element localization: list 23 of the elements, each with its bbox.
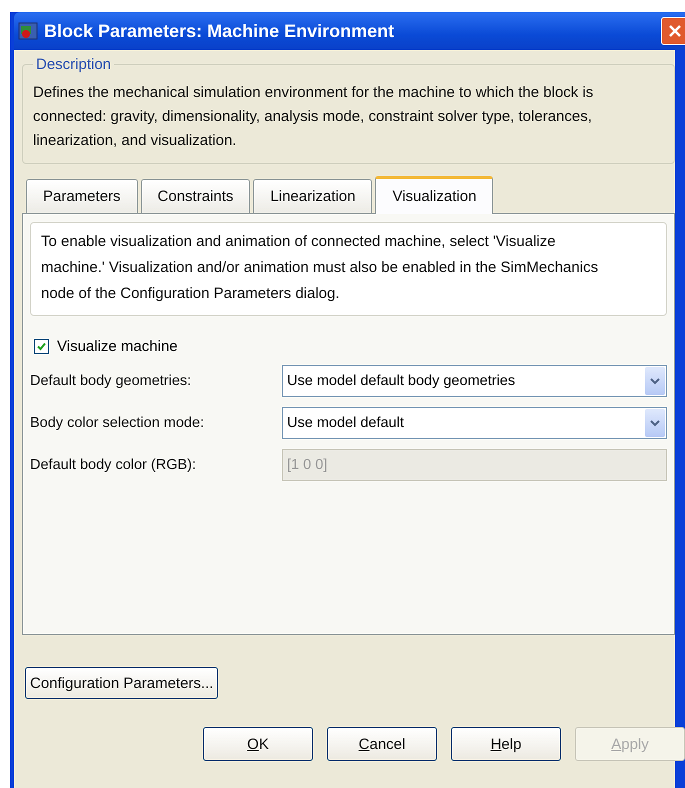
group-legend: Description xyxy=(33,56,114,73)
window-title: Block Parameters: Machine Environment xyxy=(44,20,396,42)
check-icon xyxy=(36,341,47,352)
close-icon xyxy=(667,23,683,39)
checkbox[interactable] xyxy=(34,339,49,354)
dialog-button[interactable]: OK xyxy=(203,727,313,761)
tab[interactable]: Parameters xyxy=(26,179,138,213)
close-button[interactable] xyxy=(661,17,685,45)
dropdown[interactable]: Use model default body geometries xyxy=(282,365,667,397)
field-label: Body color selection mode: xyxy=(30,415,206,431)
configuration-button[interactable]: Configuration Parameters... xyxy=(25,667,218,699)
block-icon xyxy=(18,22,38,40)
description-text: Defines the mechanical simulation environment for the machine to which the block is connected: gravity, dimensionality, analysis mode, constraint solver type, tolerances, linearization, and visualization. xyxy=(33,83,594,151)
dialog-button[interactable]: Cancel xyxy=(327,727,437,761)
dropdown[interactable]: Use model default xyxy=(282,407,667,439)
info-text: To enable visualization and animation of connected machine, select 'Visualize machine.' Visualization and/or animation must also be enabled in the SimMechanics node of the Configuration Parameters dialog. xyxy=(30,222,667,316)
field-label: Default body color (RGB): xyxy=(30,457,198,473)
dialog-button[interactable]: Help xyxy=(451,727,561,761)
tab[interactable]: Visualization xyxy=(375,176,494,214)
tab[interactable]: Linearization xyxy=(253,179,372,213)
checkbox-label: Visualize machine xyxy=(57,338,178,355)
field-label: Default body geometries: xyxy=(30,373,192,389)
tab[interactable]: Constraints xyxy=(140,179,250,213)
